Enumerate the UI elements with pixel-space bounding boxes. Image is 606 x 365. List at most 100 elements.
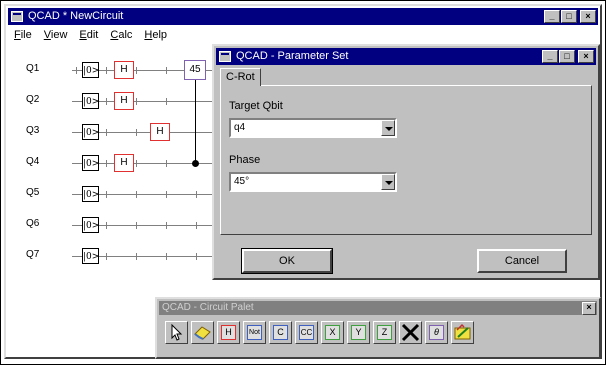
- grid-tick: [106, 160, 107, 167]
- menu-calc[interactable]: Calc: [110, 27, 132, 43]
- app-icon: [219, 51, 231, 62]
- rotation-tool-label: θ: [429, 325, 444, 340]
- x-gate-tool-label: X: [325, 325, 340, 340]
- rotation-gate[interactable]: 45: [184, 60, 206, 80]
- main-title-bar[interactable]: QCAD * NewCircuit _ □ ×: [8, 8, 598, 25]
- app-icon: [11, 11, 23, 22]
- palette-title: QCAD - Circuit Palet: [162, 302, 254, 313]
- c-not-tool-label: C: [273, 325, 288, 340]
- main-window-title: QCAD * NewCircuit: [28, 10, 124, 22]
- menu-view[interactable]: View: [44, 27, 68, 43]
- minimize-button[interactable]: _: [544, 10, 560, 23]
- control-line: [195, 80, 196, 163]
- cc-not-tool[interactable]: CC: [295, 321, 318, 344]
- initial-state-gate[interactable]: |0>: [82, 62, 99, 78]
- rotation-tool[interactable]: θ: [425, 321, 448, 344]
- control-dot[interactable]: [192, 160, 199, 167]
- grid-tick: [166, 222, 167, 229]
- grid-tick: [166, 191, 167, 198]
- grid-tick: [76, 67, 77, 74]
- grid-tick: [136, 67, 137, 74]
- grid-tick: [106, 191, 107, 198]
- grid-tick: [196, 253, 197, 260]
- qubit-label: Q2: [26, 94, 40, 105]
- measure-icon[interactable]: [451, 321, 474, 344]
- y-gate-tool-label: Y: [351, 325, 366, 340]
- qubit-label: Q5: [26, 187, 40, 198]
- qubit-label: Q1: [26, 63, 40, 74]
- qubit-label: Q6: [26, 218, 40, 229]
- grid-tick: [166, 253, 167, 260]
- qubit-label: Q3: [26, 125, 40, 136]
- phase-select[interactable]: 45°: [229, 172, 397, 192]
- grid-tick: [136, 253, 137, 260]
- grid-tick: [106, 98, 107, 105]
- y-gate-tool[interactable]: Y: [347, 321, 370, 344]
- target-qbit-value: q4: [234, 122, 246, 133]
- grid-tick: [166, 67, 167, 74]
- dialog-close-button[interactable]: ×: [578, 50, 594, 63]
- z-gate-tool[interactable]: Z: [373, 321, 396, 344]
- grid-tick: [136, 98, 137, 105]
- grid-tick: [106, 129, 107, 136]
- maximize-button[interactable]: □: [561, 10, 577, 23]
- hadamard-tool[interactable]: H: [217, 321, 240, 344]
- phase-value: 45°: [234, 176, 250, 187]
- cancel-button[interactable]: Cancel: [477, 249, 567, 273]
- qubit-label: Q7: [26, 249, 40, 260]
- pointer-icon[interactable]: [165, 321, 188, 344]
- hadamard-gate[interactable]: H: [114, 92, 134, 110]
- menu-file[interactable]: File: [14, 27, 32, 43]
- ok-button[interactable]: OK: [241, 248, 333, 274]
- hadamard-tool-label: H: [221, 325, 236, 340]
- hadamard-gate[interactable]: H: [114, 154, 134, 172]
- cc-not-tool-label: CC: [299, 325, 314, 340]
- grid-tick: [166, 98, 167, 105]
- grid-tick: [166, 160, 167, 167]
- close-button[interactable]: ×: [580, 10, 596, 23]
- dialog-title-bar[interactable]: QCAD - Parameter Set _ □ ×: [216, 48, 596, 65]
- menu-edit[interactable]: Edit: [79, 27, 98, 43]
- initial-state-gate[interactable]: |0>: [82, 186, 99, 202]
- palette-tools: H Not C CC X Y Z θ: [165, 321, 474, 344]
- c-not-tool[interactable]: C: [269, 321, 292, 344]
- initial-state-gate[interactable]: |0>: [82, 124, 99, 140]
- z-gate-tool-label: Z: [377, 325, 392, 340]
- initial-state-gate[interactable]: |0>: [82, 248, 99, 264]
- not-tool-label: Not: [247, 325, 262, 340]
- target-qbit-select[interactable]: q4: [229, 118, 397, 138]
- grid-tick: [106, 222, 107, 229]
- grid-tick: [196, 191, 197, 198]
- circuit-palette: QCAD - Circuit Palet × H Not C CC X Y Z …: [155, 297, 601, 359]
- delete-icon[interactable]: [399, 321, 422, 344]
- dialog-minimize-button[interactable]: _: [542, 50, 558, 63]
- menu-help[interactable]: Help: [144, 27, 167, 43]
- initial-state-gate[interactable]: |0>: [82, 217, 99, 233]
- grid-tick: [106, 67, 107, 74]
- grid-tick: [136, 160, 137, 167]
- grid-tick: [196, 222, 197, 229]
- qubit-label: Q4: [26, 156, 40, 167]
- chevron-down-icon[interactable]: [381, 120, 395, 136]
- phase-label: Phase: [229, 154, 261, 166]
- palette-title-bar[interactable]: QCAD - Circuit Palet ×: [159, 301, 597, 315]
- grid-tick: [136, 191, 137, 198]
- tab-panel: Target Qbit q4 Phase 45°: [220, 85, 592, 235]
- not-tool[interactable]: Not: [243, 321, 266, 344]
- hadamard-gate[interactable]: H: [150, 123, 170, 141]
- initial-state-gate[interactable]: |0>: [82, 155, 99, 171]
- menu-bar: File View Edit Calc Help: [8, 27, 168, 43]
- parameter-dialog: QCAD - Parameter Set _ □ × C-Rot Target …: [212, 44, 600, 280]
- grid-tick: [136, 129, 137, 136]
- palette-close-button[interactable]: ×: [582, 302, 596, 315]
- eraser-icon[interactable]: [191, 321, 214, 344]
- initial-state-gate[interactable]: |0>: [82, 93, 99, 109]
- hadamard-gate[interactable]: H: [114, 61, 134, 79]
- x-gate-tool[interactable]: X: [321, 321, 344, 344]
- dialog-title: QCAD - Parameter Set: [236, 50, 349, 62]
- chevron-down-icon[interactable]: [381, 174, 395, 190]
- tab-c-rot[interactable]: C-Rot: [220, 68, 261, 86]
- target-qbit-label: Target Qbit: [229, 100, 283, 112]
- dialog-maximize-button[interactable]: □: [559, 50, 575, 63]
- grid-tick: [106, 253, 107, 260]
